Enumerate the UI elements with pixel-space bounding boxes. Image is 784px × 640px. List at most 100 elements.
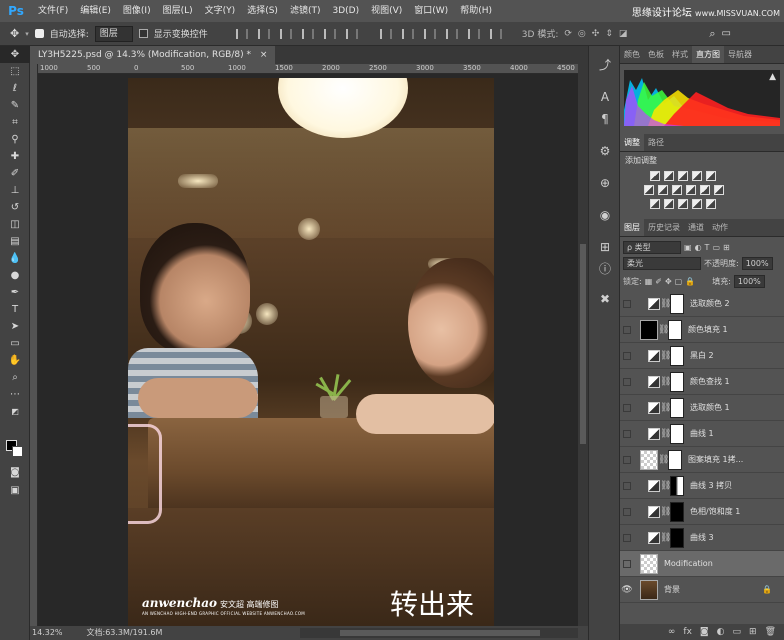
hue-saturation-icon[interactable] xyxy=(644,185,654,195)
layer-style-icon[interactable]: fx xyxy=(683,627,692,637)
visibility-toggle[interactable] xyxy=(623,507,631,516)
visibility-toggle[interactable] xyxy=(623,429,631,438)
panel-tab[interactable]: 路径 xyxy=(644,134,668,151)
visibility-toggle[interactable] xyxy=(623,481,631,490)
lock-pixels-icon[interactable]: ✐ xyxy=(655,277,662,286)
menu-item[interactable]: 滤镜(T) xyxy=(284,0,327,22)
layer-mask-thumbnail[interactable] xyxy=(670,527,684,548)
lock-all-icon[interactable]: 🔒 xyxy=(685,277,695,286)
distribute-middle-icon[interactable] xyxy=(401,28,414,39)
layer-mask-thumbnail[interactable] xyxy=(670,397,684,418)
dropdown-arrow-icon[interactable]: ▾ xyxy=(25,30,29,38)
blur-tool-icon[interactable]: 💧 xyxy=(0,250,30,267)
history-brush-icon[interactable]: ↺ xyxy=(0,199,30,216)
brush-settings-icon[interactable]: ⚙ xyxy=(589,140,621,162)
visibility-toggle[interactable] xyxy=(623,533,631,542)
3d-rotate-icon[interactable]: ⟳ xyxy=(564,29,572,39)
layer-mask-thumbnail[interactable] xyxy=(670,345,684,366)
opacity-input[interactable]: 100% xyxy=(741,256,773,270)
panel-tab[interactable]: 样式 xyxy=(668,46,692,63)
blend-mode-dropdown[interactable]: 柔光 xyxy=(623,256,701,270)
scroll-thumb[interactable] xyxy=(340,630,540,636)
panel-tab[interactable]: 色板 xyxy=(644,46,668,63)
visibility-toggle[interactable] xyxy=(623,377,631,386)
mask-link-icon[interactable]: ⛓ xyxy=(658,325,669,335)
eraser-tool-icon[interactable]: ◫ xyxy=(0,216,30,233)
menu-item[interactable]: 编辑(E) xyxy=(74,0,117,22)
search-icon[interactable]: ⌕ xyxy=(709,27,715,41)
screen-mode-icon[interactable]: ▣ xyxy=(0,482,30,499)
menu-item[interactable]: 图层(L) xyxy=(157,0,199,22)
layer-mask-thumbnail[interactable] xyxy=(670,501,684,522)
layer-row[interactable]: ⛓ 颜色查找 1 xyxy=(620,369,784,395)
color-balance-icon[interactable] xyxy=(658,185,668,195)
mask-link-icon[interactable]: ⛓ xyxy=(660,377,671,387)
photo-canvas[interactable]: anwenchao 安文超 高端修图 AN WENCHAO HIGH-END GR… xyxy=(128,78,494,626)
color-lookup-icon[interactable] xyxy=(714,185,724,195)
character-panel-icon[interactable]: A xyxy=(589,86,621,108)
channel-mixer-icon[interactable] xyxy=(700,185,710,195)
quick-mask-icon[interactable]: ◙ xyxy=(0,464,30,481)
mask-link-icon[interactable]: ⛓ xyxy=(660,403,671,413)
selective-color-icon[interactable] xyxy=(692,199,702,209)
align-left-icon[interactable] xyxy=(301,28,314,39)
new-layer-icon[interactable]: ⊞ xyxy=(749,627,757,637)
close-tab-icon[interactable]: × xyxy=(260,50,268,60)
mask-link-icon[interactable]: ⛓ xyxy=(660,533,671,543)
layer-row[interactable]: ⛓ 曲线 3 拷贝 xyxy=(620,473,784,499)
mask-link-icon[interactable]: ⛓ xyxy=(660,299,671,309)
gradient-tool-icon[interactable]: ▤ xyxy=(0,233,30,250)
layer-mask-thumbnail[interactable] xyxy=(670,423,684,444)
paragraph-panel-icon[interactable]: ¶ xyxy=(589,108,621,130)
panel-tab[interactable]: 动作 xyxy=(708,219,732,236)
show-transform-checkbox[interactable] xyxy=(138,29,148,38)
layer-mask-thumbnail[interactable] xyxy=(668,449,682,470)
background-color-swatch[interactable] xyxy=(12,446,23,457)
properties-panel-icon[interactable]: ⊞ xyxy=(589,236,621,258)
visibility-toggle[interactable] xyxy=(623,455,631,464)
menu-item[interactable]: 图像(I) xyxy=(117,0,157,22)
quick-select-tool-icon[interactable]: ✎ xyxy=(0,97,30,114)
exposure-icon[interactable] xyxy=(692,171,702,181)
align-middle-icon[interactable] xyxy=(257,28,270,39)
canvas-area[interactable]: anwenchao 安文超 高端修图 AN WENCHAO HIGH-END GR… xyxy=(38,74,578,626)
add-mask-icon[interactable]: ◙ xyxy=(700,627,709,637)
delete-layer-icon[interactable]: 🗑 xyxy=(765,627,776,637)
filter-smart-icon[interactable]: ⊞ xyxy=(723,243,730,252)
layer-row[interactable]: ⛓ 颜色填充 1 xyxy=(620,317,784,343)
distribute-bottom-icon[interactable] xyxy=(423,28,436,39)
menu-item[interactable]: 3D(D) xyxy=(326,0,365,22)
mask-link-icon[interactable]: ⛓ xyxy=(658,455,669,465)
lasso-tool-icon[interactable]: ℓ xyxy=(0,80,30,97)
mask-link-icon[interactable]: ⛓ xyxy=(660,351,671,361)
dodge-tool-icon[interactable]: ● xyxy=(0,267,30,284)
auto-select-checkbox[interactable] xyxy=(34,29,44,38)
filter-shape-icon[interactable]: ▭ xyxy=(712,243,720,252)
warning-icon[interactable]: ▲ xyxy=(769,72,776,82)
layer-row[interactable]: Modification xyxy=(620,551,784,577)
brightness-icon[interactable] xyxy=(650,171,660,181)
visibility-toggle[interactable] xyxy=(623,299,631,308)
align-center-icon[interactable] xyxy=(323,28,336,39)
panel-tab[interactable]: 历史记录 xyxy=(644,219,684,236)
panel-tab[interactable]: 通道 xyxy=(684,219,708,236)
canvas-vertical-scrollbar[interactable] xyxy=(578,64,588,626)
mask-link-icon[interactable]: ⛓ xyxy=(660,507,671,517)
menu-item[interactable]: 窗口(W) xyxy=(408,0,454,22)
fill-input[interactable]: 100% xyxy=(733,274,765,288)
3d-scale-icon[interactable]: ◪ xyxy=(619,29,628,39)
pen-tool-icon[interactable]: ✒ xyxy=(0,284,30,301)
filter-pixel-icon[interactable]: ▣ xyxy=(684,243,692,252)
layer-mask-thumbnail[interactable] xyxy=(668,319,682,340)
menu-item[interactable]: 帮助(H) xyxy=(454,0,498,22)
photo-filter-icon[interactable] xyxy=(686,185,696,195)
distribute-left-icon[interactable] xyxy=(445,28,458,39)
clone-source-icon[interactable]: ⊕ xyxy=(589,172,621,194)
panel-tab[interactable]: 调整 xyxy=(620,134,644,151)
distribute-center-icon[interactable] xyxy=(467,28,480,39)
healing-brush-icon[interactable]: ✚ xyxy=(0,148,30,165)
styles-icon[interactable]: ◉ xyxy=(589,204,621,226)
invert-icon[interactable] xyxy=(650,199,660,209)
move-tool-icon[interactable]: ✥ xyxy=(10,27,19,40)
path-select-icon[interactable]: ➤ xyxy=(0,318,30,335)
